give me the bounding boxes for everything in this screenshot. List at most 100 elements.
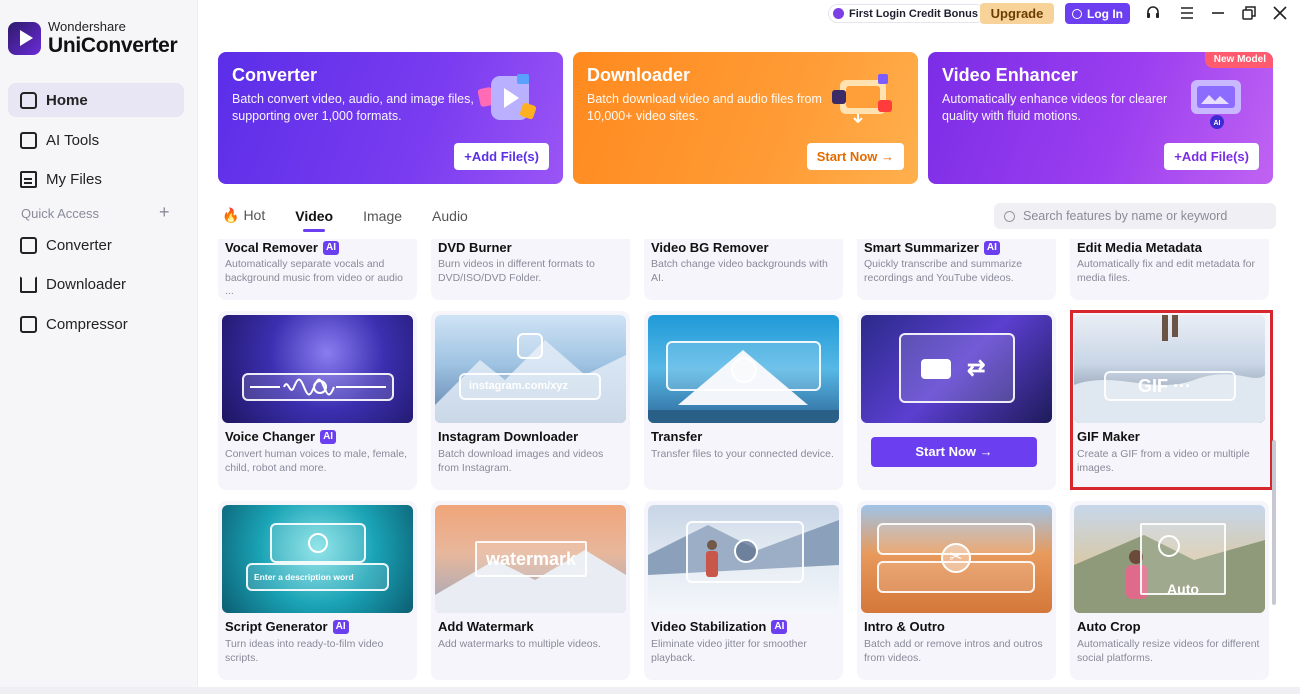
downloader-banner[interactable]: Downloader Batch download video and audi… (573, 52, 918, 184)
feature-thumbnail: ⇄ (861, 315, 1052, 423)
menu-icon[interactable] (1178, 5, 1196, 23)
close-icon[interactable] (1271, 5, 1289, 23)
card-description: Add watermarks to multiple videos. (438, 638, 601, 650)
instagram-icon (517, 333, 543, 359)
svg-text:AI: AI (1214, 120, 1221, 127)
downloader-illustration-icon (832, 74, 892, 124)
card-title: Video BG Remover (651, 240, 769, 255)
user-icon (1072, 8, 1082, 19)
start-now-button[interactable]: Start Now → (806, 143, 904, 170)
feature-card-intro-outro[interactable]: ✂ Intro & Outro Batch add or remove intr… (857, 501, 1056, 680)
feature-card-edit-media-metadata[interactable]: Edit Media Metadata Automatically fix an… (1070, 239, 1269, 300)
card-title: Edit Media Metadata (1077, 240, 1202, 255)
tab-audio[interactable]: Audio (432, 208, 468, 224)
sidebar-item-ai-tools[interactable]: AI Tools (8, 123, 184, 157)
sidebar-item-compressor[interactable]: Compressor (8, 307, 184, 341)
sidebar-item-home[interactable]: Home (8, 83, 184, 117)
tab-image[interactable]: Image (363, 208, 402, 224)
converter-illustration-icon (477, 74, 537, 120)
restore-icon[interactable] (1240, 5, 1258, 23)
swap-icon: ⇄ (967, 355, 986, 380)
transfer-icon (731, 357, 757, 383)
ai-badge: AI (332, 619, 349, 634)
downloader-icon (20, 275, 37, 293)
feature-card-transfer[interactable]: Transfer Transfer files to your connecte… (644, 311, 843, 490)
home-icon (20, 91, 37, 109)
feature-card-video-bg-remover[interactable]: Video BG Remover Batch change video back… (644, 239, 843, 300)
mountain-icon (435, 340, 626, 423)
feature-card-voice-changer[interactable]: Voice Changer AI Convert human voices to … (218, 311, 417, 490)
banner-title: Downloader (587, 65, 691, 85)
converter-banner[interactable]: Converter Batch convert video, audio, an… (218, 52, 563, 184)
banner-description: Automatically enhance videos for clearer… (942, 92, 1168, 123)
video-enhancer-banner[interactable]: New Model Video Enhancer Automatically e… (928, 52, 1273, 184)
feature-card-hovered[interactable]: ⇄ Start Now → (857, 311, 1056, 490)
feature-card-instagram-downloader[interactable]: instagram.com/xyz Instagram Downloader B… (431, 311, 630, 490)
ai-badge: AI (320, 429, 337, 444)
search-placeholder: Search features by name or keyword (1023, 209, 1228, 223)
feature-card-smart-summarizer[interactable]: Smart Summarizer AI Quickly transcribe an… (857, 239, 1056, 300)
sidebar-item-label: My Files (46, 170, 102, 188)
card-description: Turn ideas into ready-to-film video scri… (225, 638, 384, 664)
tab-video[interactable]: Video (295, 208, 333, 232)
sidebar-item-label: Downloader (46, 275, 127, 293)
quick-access-label: Quick Access (21, 206, 100, 221)
upgrade-button[interactable]: Upgrade (980, 3, 1054, 24)
search-icon (1004, 210, 1015, 222)
video-stabilization-thumbnail (648, 505, 839, 613)
feature-card-add-watermark[interactable]: watermark Add Watermark Add watermarks t… (431, 501, 630, 680)
app-name: UniConverter (48, 34, 178, 57)
banner-title: Video Enhancer (942, 65, 1078, 85)
search-input[interactable]: Search features by name or keyword (994, 203, 1276, 229)
card-description: Automatically fix and edit metadata for … (1077, 258, 1256, 284)
script-generator-thumbnail: Enter a description word (222, 505, 413, 613)
feature-card-vocal-remover[interactable]: Vocal Remover AI Automatically separate v… (218, 239, 417, 300)
card-title: Smart Summarizer AI (864, 240, 1000, 255)
bonus-icon (833, 8, 844, 19)
add-files-button[interactable]: +Add File(s) (1164, 143, 1259, 170)
support-icon[interactable] (1144, 5, 1162, 23)
card-description: Automatically separate vocals and backgr… (225, 258, 404, 297)
credit-bonus-button[interactable]: First Login Credit Bonus (828, 4, 986, 23)
login-button[interactable]: Log In (1065, 3, 1130, 24)
sidebar-item-downloader[interactable]: Downloader (8, 267, 184, 301)
card-title: Add Watermark (438, 619, 534, 634)
sidebar-item-label: Converter (46, 236, 112, 254)
card-description: Quickly transcribe and summarize recordi… (864, 258, 1023, 284)
feature-card-dvd-burner[interactable]: DVD Burner Burn videos in different form… (431, 239, 630, 300)
banner-description: Batch download video and audio files fro… (587, 92, 822, 123)
brand-name: Wondershare (48, 19, 126, 34)
feature-card-script-generator[interactable]: Enter a description word Script Generato… (218, 501, 417, 680)
ai-tools-icon (20, 131, 37, 149)
waveform-icon (242, 373, 394, 401)
camera-icon (734, 539, 758, 563)
minimize-icon[interactable] (1209, 5, 1227, 23)
scrollbar[interactable] (1272, 440, 1276, 605)
bottom-edge (0, 687, 1300, 694)
bonus-label: First Login Credit Bonus (849, 7, 978, 20)
voice-changer-thumbnail (222, 315, 413, 423)
tab-hot[interactable]: 🔥 Hot (222, 207, 265, 224)
card-title: Voice Changer AI (225, 429, 337, 444)
ai-badge: AI (771, 619, 788, 634)
sidebar-item-label: Compressor (46, 315, 128, 333)
sidebar-item-my-files[interactable]: My Files (8, 162, 184, 196)
card-title: Auto Crop (1077, 619, 1141, 634)
add-quick-access-icon[interactable]: + (159, 202, 170, 223)
selection-highlight (1070, 310, 1273, 490)
sidebar-item-converter[interactable]: Converter (8, 228, 184, 262)
watermark-box: watermark (475, 541, 587, 577)
card-title: Transfer (651, 429, 703, 444)
compressor-icon (20, 315, 37, 333)
vr-headset-icon (921, 359, 951, 379)
start-now-button[interactable]: Start Now → (871, 437, 1037, 467)
card-description: Batch change video backgrounds with AI. (651, 258, 828, 284)
transfer-thumbnail (648, 315, 839, 423)
card-description: Eliminate video jitter for smoother play… (651, 638, 807, 664)
scissors-icon: ✂ (941, 543, 971, 573)
file-icon (20, 170, 37, 188)
add-files-button[interactable]: +Add File(s) (454, 143, 549, 170)
app-logo[interactable]: Wondershare UniConverter (8, 19, 178, 57)
feature-card-video-stabilization[interactable]: Video Stabilization AI Eliminate video ji… (644, 501, 843, 680)
feature-card-auto-crop[interactable]: Auto Auto Crop Automatically resize vide… (1070, 501, 1269, 680)
